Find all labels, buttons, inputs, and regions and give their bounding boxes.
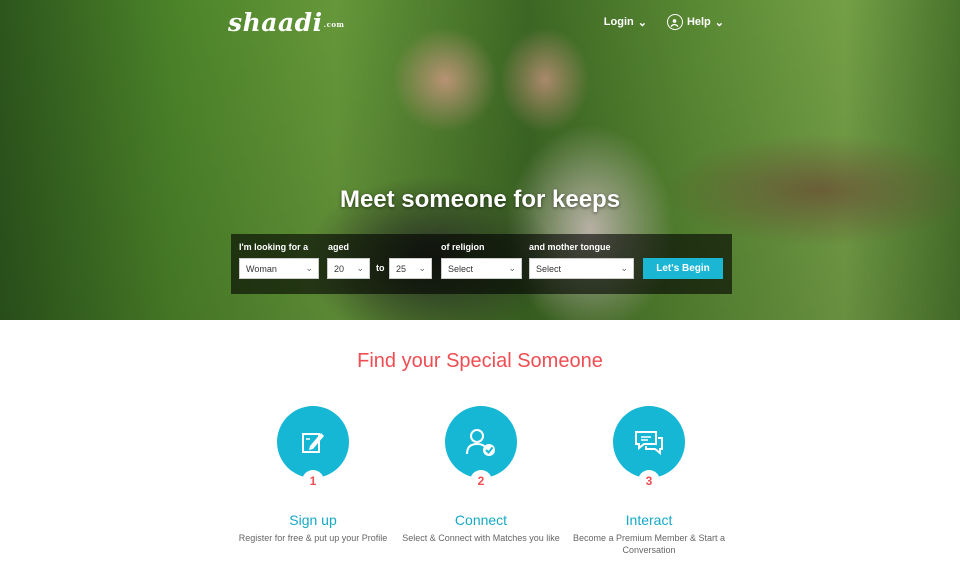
age-to-value: 25 xyxy=(396,264,407,274)
gender-select[interactable]: Woman ⌄ xyxy=(239,258,319,279)
mother-tongue-select[interactable]: Select ⌄ xyxy=(529,258,634,279)
step-number: 1 xyxy=(302,470,324,492)
chat-icon xyxy=(635,431,663,456)
logo-suffix: .com xyxy=(323,20,345,29)
logo-text: shaadi xyxy=(228,8,323,37)
step-number: 2 xyxy=(470,470,492,492)
step-circle: 2 xyxy=(445,406,517,492)
chevron-down-icon: ⌄ xyxy=(637,16,647,29)
step-title: Interact xyxy=(625,512,673,528)
user-check-icon xyxy=(466,429,495,456)
step-title: Sign up xyxy=(289,512,337,528)
login-menu[interactable]: Login ⌄ xyxy=(604,16,647,29)
age-from-select[interactable]: 20 ⌄ xyxy=(327,258,370,279)
shaadi-logo[interactable]: shaadi.com xyxy=(228,8,344,37)
chevron-down-icon: ⌄ xyxy=(418,263,426,273)
age-from-value: 20 xyxy=(334,264,345,274)
help-label: Help xyxy=(686,16,711,28)
help-menu[interactable]: Help ⌄ xyxy=(666,14,724,30)
aged-label: aged xyxy=(328,242,350,252)
lets-begin-button[interactable]: Let's Begin xyxy=(643,258,723,279)
age-to-select[interactable]: 25 ⌄ xyxy=(389,258,432,279)
religion-label: of religion xyxy=(441,242,485,252)
step-description: Select & Connect with Matches you like xyxy=(402,533,560,543)
step-connect: 2 Connect Select & Connect with Matches … xyxy=(391,406,571,544)
login-label: Login xyxy=(603,16,634,28)
age-to-label: to xyxy=(376,263,385,273)
mother-tongue-value: Select xyxy=(536,264,562,274)
top-nav: Login ⌄ Help ⌄ xyxy=(604,14,724,30)
chevron-down-icon: ⌄ xyxy=(356,263,364,273)
looking-for-label: I'm looking for a xyxy=(239,242,309,252)
step-circle: 3 xyxy=(613,406,685,492)
chevron-down-icon: ⌄ xyxy=(508,263,516,273)
step-description: Become a Premium Member & Start a Conver… xyxy=(572,533,726,555)
edit-icon xyxy=(302,433,324,453)
section-title: Find your Special Someone xyxy=(357,350,603,372)
step-signup: 1 Sign up Register for free & put up you… xyxy=(223,406,403,544)
hero-banner: shaadi.com Login ⌄ Help ⌄ Meet someone f… xyxy=(0,0,960,320)
gender-value: Woman xyxy=(246,264,277,274)
mother-tongue-label: and mother tongue xyxy=(529,242,611,252)
chevron-down-icon: ⌄ xyxy=(620,263,628,273)
chevron-down-icon: ⌄ xyxy=(714,16,724,29)
religion-value: Select xyxy=(448,264,474,274)
step-title: Connect xyxy=(454,512,508,528)
search-panel: I'm looking for a Woman ⌄ aged 20 ⌄ to 25 ⌄… xyxy=(231,234,732,294)
step-number: 3 xyxy=(638,470,660,492)
step-circle: 1 xyxy=(277,406,349,492)
step-description: Register for free & put up your Profile xyxy=(238,533,388,543)
step-interact: 3 Interact Become a Premium Member & Sta… xyxy=(559,406,739,556)
chevron-down-icon: ⌄ xyxy=(305,263,313,273)
hero-headline: Meet someone for keeps xyxy=(339,186,621,213)
religion-select[interactable]: Select ⌄ xyxy=(441,258,522,279)
user-icon xyxy=(666,14,683,30)
